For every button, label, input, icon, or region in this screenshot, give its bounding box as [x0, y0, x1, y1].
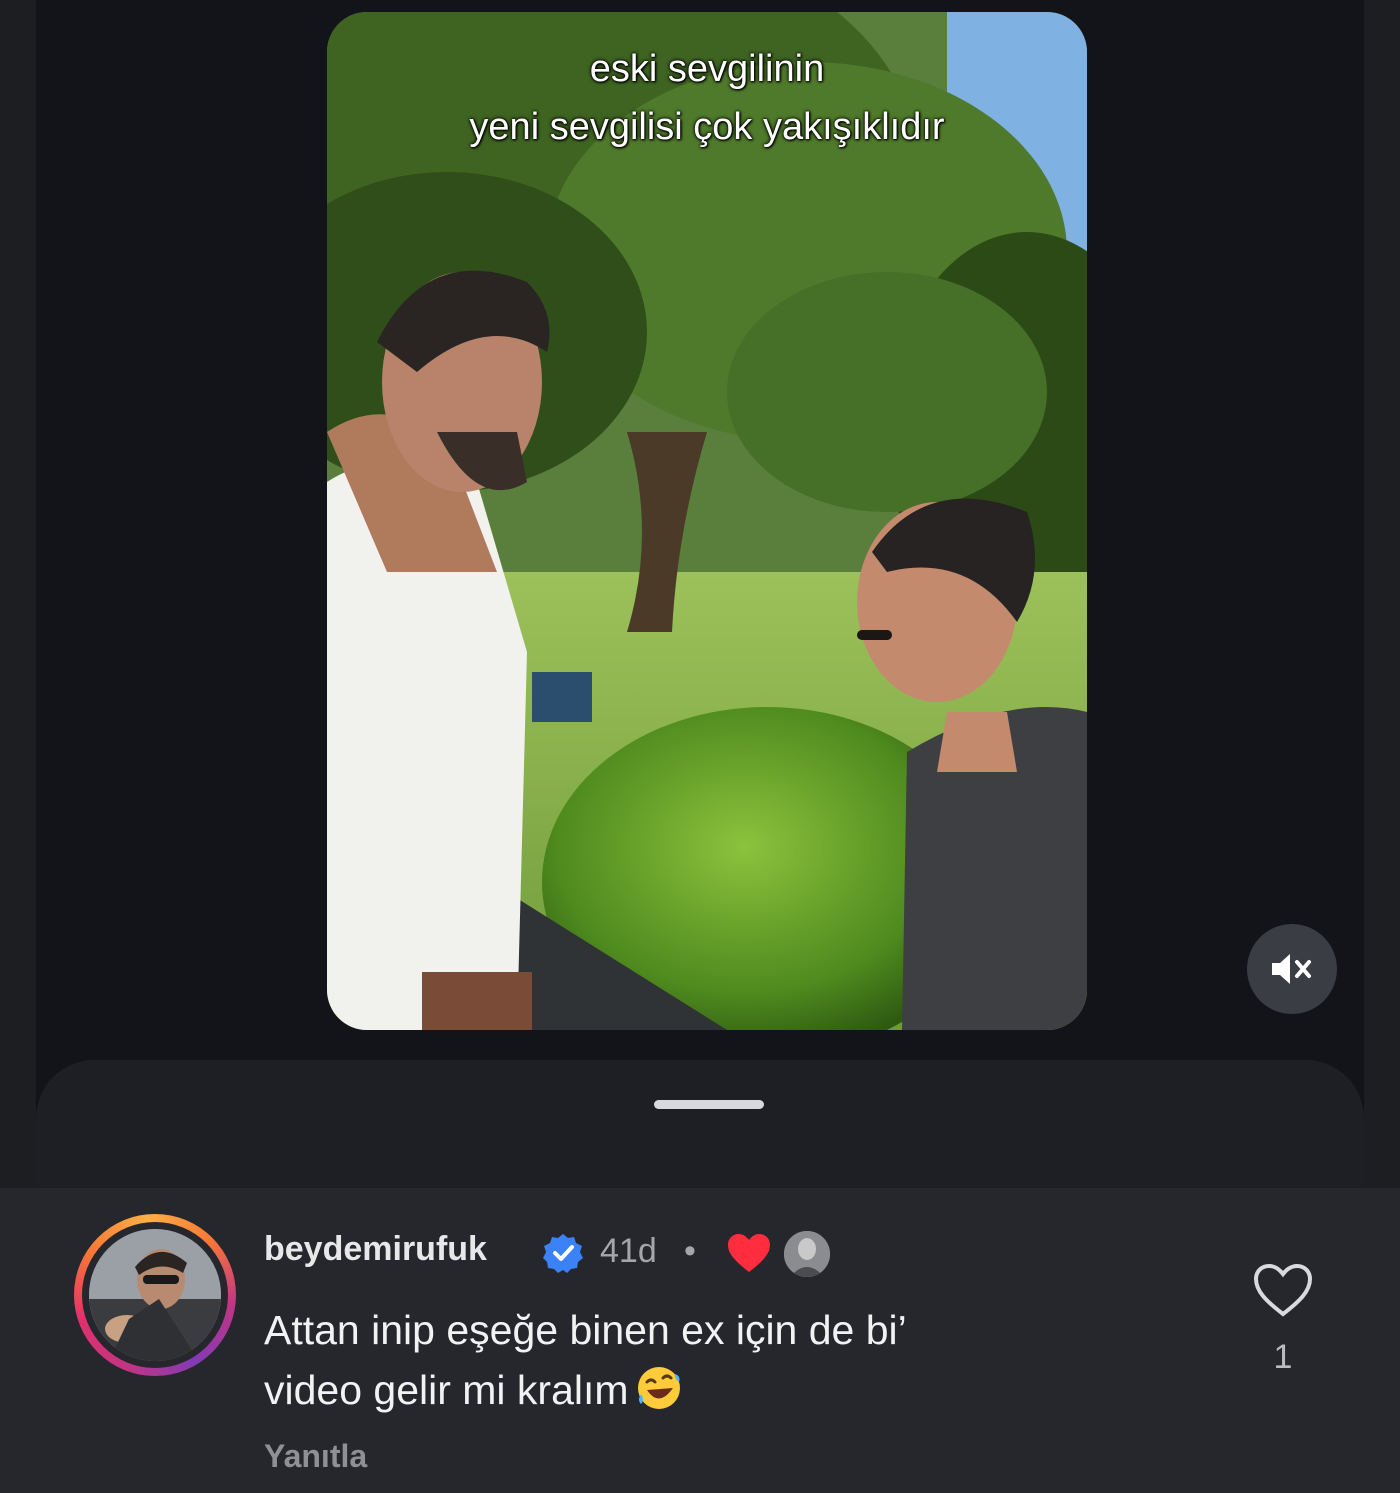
screen: eski sevgilinin yeni sevgilisi çok yakış…: [0, 0, 1400, 1493]
avatar: [89, 1229, 221, 1361]
verified-badge-icon: [543, 1234, 583, 1273]
comments-sheet: [36, 1060, 1364, 1190]
speaker-muted-icon: [1272, 954, 1311, 984]
comment-text-line-1: Attan inip eşeğe binen ex için de bi’: [264, 1307, 907, 1353]
comment-body: Attan inip eşeğe binen ex için de bi’ vi…: [264, 1300, 1144, 1420]
mute-button[interactable]: [1247, 924, 1337, 1014]
sheet-drag-handle[interactable]: [654, 1100, 764, 1109]
like-count: 1: [1273, 1338, 1293, 1376]
comment-age: 41d: [600, 1232, 657, 1270]
heart-outline-icon[interactable]: [1252, 1262, 1314, 1318]
rolling-on-floor-laughing-emoji: [637, 1367, 680, 1409]
creator-liked-heart-icon: [728, 1234, 770, 1272]
comment-username[interactable]: beydemirufuk: [264, 1230, 487, 1269]
creator-mini-avatar: [782, 1229, 832, 1279]
avatar-photo: [89, 1229, 221, 1361]
caption-line-2: yeni sevgilisi çok yakışıklıdır: [469, 106, 945, 148]
video-player[interactable]: eski sevgilinin yeni sevgilisi çok yakış…: [327, 12, 1087, 1030]
avatar-story-ring[interactable]: [74, 1214, 236, 1376]
reply-button[interactable]: Yanıtla: [264, 1438, 367, 1475]
video-frame: [327, 12, 1087, 1030]
video-caption: eski sevgilinin yeni sevgilisi çok yakış…: [327, 40, 1087, 156]
meta-separator: •: [684, 1232, 696, 1270]
comment-text-line-2: video gelir mi kralım: [264, 1367, 629, 1413]
caption-line-1: eski sevgilinin: [589, 48, 825, 90]
